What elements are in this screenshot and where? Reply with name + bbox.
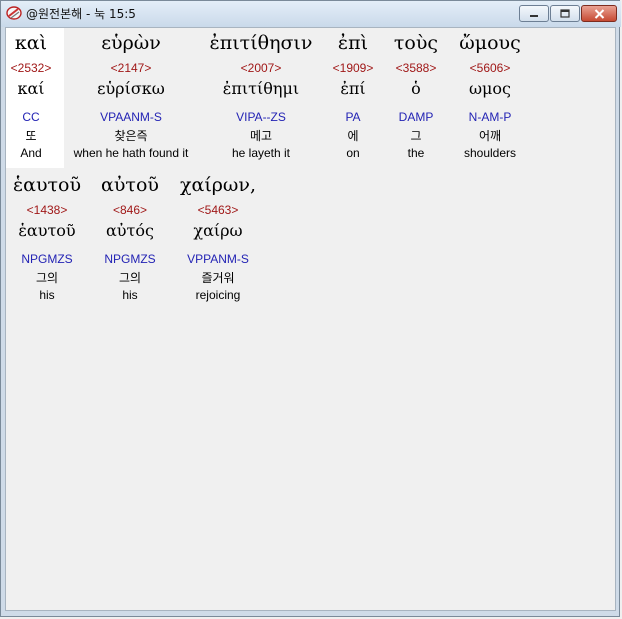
parsing-code: PA xyxy=(345,110,361,124)
minimize-button[interactable] xyxy=(519,5,549,22)
word-unit[interactable]: καὶ <2532> καί CC 또 And xyxy=(6,28,56,168)
parsing-code: VIPA--ZS xyxy=(236,110,286,124)
interlinear-view[interactable]: καὶ <2532> καί CC 또 And εὑρὼν <2147> εὑρ… xyxy=(5,27,616,611)
english-gloss: shoulders xyxy=(463,146,517,160)
korean-gloss: 또 xyxy=(25,129,37,143)
parsing-code: NPGMZS xyxy=(104,252,156,266)
greek-word: χαίρων, xyxy=(179,174,257,196)
greek-word: ἑαυτοῦ xyxy=(12,174,82,196)
parsing-code: VPPANM-S xyxy=(187,252,249,266)
english-gloss: And xyxy=(20,146,42,160)
app-icon xyxy=(6,6,22,20)
strongs-number: <2007> xyxy=(240,61,282,75)
korean-gloss: 그의 xyxy=(35,271,59,285)
lemma: χαίρω xyxy=(193,221,243,240)
korean-gloss: 찾은즉 xyxy=(114,129,148,143)
word-unit[interactable]: ἐπιτίθησιν <2007> ἐπιτίθημι VIPA--ZS 메고 … xyxy=(199,28,323,168)
word-unit[interactable]: αὐτοῦ <846> αὐτός NPGMZS 그의 his xyxy=(94,170,166,310)
lemma: ἐπί xyxy=(340,79,366,98)
english-gloss: on xyxy=(346,146,360,160)
word-unit[interactable]: τοὺς <3588> ὁ DAMP 그 the xyxy=(386,28,446,168)
greek-word: ἐπὶ xyxy=(337,32,369,54)
lemma: ἐπιτίθημι xyxy=(222,79,300,98)
strongs-number: <5463> xyxy=(197,203,239,217)
word-unit[interactable]: εὑρὼν <2147> εὑρίσκω VPAANM-S 찾은즉 when h… xyxy=(66,28,196,168)
word-unit[interactable]: ἑαυτοῦ <1438> ἑαυτοῦ NPGMZS 그의 his xyxy=(6,170,88,310)
lemma: ωμος xyxy=(468,79,512,98)
minimize-icon xyxy=(530,14,538,17)
word-unit[interactable]: χαίρων, <5463> χαίρω VPPANM-S 즐거워 rejoic… xyxy=(174,170,262,310)
strongs-number: <5606> xyxy=(469,61,511,75)
strongs-number: <846> xyxy=(112,203,148,217)
parsing-code: NPGMZS xyxy=(21,252,73,266)
maximize-icon xyxy=(560,9,570,18)
greek-word: εὑρὼν xyxy=(101,32,161,54)
strongs-number: <1909> xyxy=(332,61,374,75)
korean-gloss: 에 xyxy=(347,129,359,143)
word-unit[interactable]: ὤμους <5606> ωμος N-AM-P 어깨 shoulders xyxy=(451,28,529,168)
korean-gloss: 그의 xyxy=(118,271,142,285)
english-gloss: when he hath found it xyxy=(73,146,189,160)
lemma: καί xyxy=(17,79,45,98)
lemma: αὐτός xyxy=(106,221,154,240)
korean-gloss: 그 xyxy=(410,129,422,143)
lemma: ἑαυτοῦ xyxy=(18,221,76,240)
greek-word: αὐτοῦ xyxy=(101,174,159,196)
parsing-code: DAMP xyxy=(398,110,434,124)
close-button[interactable] xyxy=(581,5,617,22)
greek-word: καὶ xyxy=(14,32,48,54)
parsing-code: N-AM-P xyxy=(468,110,512,124)
english-gloss: his xyxy=(122,288,138,302)
strongs-number: <3588> xyxy=(395,61,437,75)
window-title: @원전본해 - 눅 15:5 xyxy=(26,7,136,21)
greek-word: ὤμους xyxy=(459,32,521,54)
lemma: ὁ xyxy=(411,79,421,98)
english-gloss: the xyxy=(407,146,425,160)
english-gloss: his xyxy=(39,288,55,302)
strongs-number: <2147> xyxy=(110,61,152,75)
title-bar[interactable]: @원전본해 - 눅 15:5 xyxy=(1,1,621,27)
close-icon xyxy=(594,8,604,19)
korean-gloss: 어깨 xyxy=(478,129,502,143)
parsing-code: VPAANM-S xyxy=(100,110,162,124)
strongs-number: <2532> xyxy=(10,61,52,75)
greek-word: τοὺς xyxy=(393,32,439,54)
korean-gloss: 메고 xyxy=(249,129,273,143)
english-gloss: rejoicing xyxy=(195,288,241,302)
parsing-code: CC xyxy=(22,110,40,124)
korean-gloss: 즐거워 xyxy=(201,271,235,285)
english-gloss: he layeth it xyxy=(231,146,291,160)
lemma: εὑρίσκω xyxy=(97,79,165,98)
greek-word: ἐπιτίθησιν xyxy=(209,32,313,54)
app-window: @원전본해 - 눅 15:5 καὶ <2532> καί CC 또 And ε… xyxy=(0,0,621,617)
strongs-number: <1438> xyxy=(26,203,68,217)
word-unit[interactable]: ἐπὶ <1909> ἐπί PA 에 on xyxy=(328,28,378,168)
maximize-button[interactable] xyxy=(550,5,580,22)
